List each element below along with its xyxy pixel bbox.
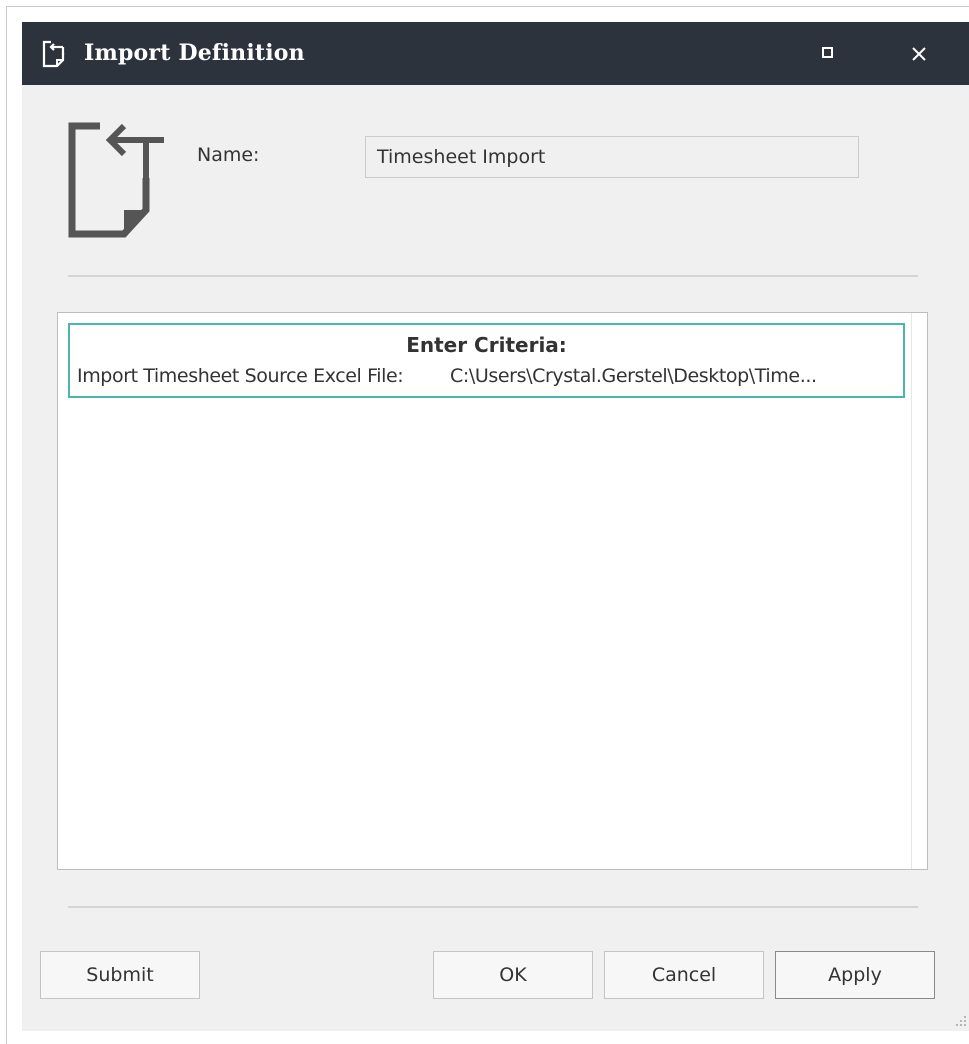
cancel-button[interactable]: Cancel (604, 951, 764, 999)
name-label: Name: (197, 144, 260, 166)
import-document-icon (68, 122, 164, 238)
maximize-icon (822, 47, 833, 58)
bottom-divider (68, 906, 918, 908)
import-definition-dialog: Import Definition Name: Timesheet Import… (22, 22, 969, 1031)
criteria-panel[interactable]: Enter Criteria: Import Timesheet Source … (57, 312, 928, 870)
title-bar[interactable]: Import Definition (22, 22, 969, 85)
criteria-row-label: Import Timesheet Source Excel File: (77, 365, 404, 387)
close-button[interactable] (897, 38, 941, 70)
criteria-row-value[interactable]: C:\Users\Crystal.Gerstel\Desktop\Time... (450, 365, 817, 387)
resize-grip-icon[interactable] (954, 1014, 968, 1028)
apply-button[interactable]: Apply (775, 951, 935, 999)
submit-button[interactable]: Submit (40, 951, 200, 999)
scrollbar-track[interactable] (911, 313, 912, 869)
criteria-group[interactable]: Enter Criteria: Import Timesheet Source … (68, 323, 905, 398)
maximize-button[interactable] (806, 38, 850, 70)
ok-button[interactable]: OK (433, 951, 593, 999)
name-field-value: Timesheet Import (377, 146, 546, 168)
top-divider (68, 275, 918, 277)
import-document-icon (42, 40, 65, 68)
close-icon (912, 47, 926, 61)
window-title: Import Definition (84, 40, 305, 66)
criteria-heading: Enter Criteria: (406, 333, 567, 357)
name-field[interactable]: Timesheet Import (365, 136, 859, 178)
